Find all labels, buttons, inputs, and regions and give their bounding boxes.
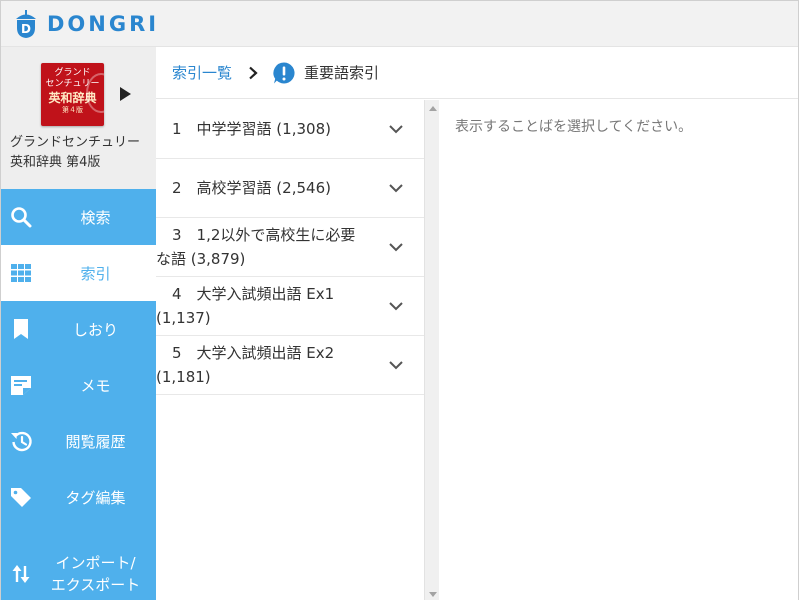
list-item-line: (1,181) xyxy=(156,368,211,386)
list-item-line: 5 大学入試頻出語 Ex2 xyxy=(172,344,335,362)
breadcrumb-index-list-link[interactable]: 索引一覧 xyxy=(172,62,232,83)
sidebar-item-label: タグ編集 xyxy=(65,488,126,507)
sidebar-item-memo[interactable]: メモ xyxy=(1,357,156,413)
book-title: グランドセンチュリー 英和辞典 第4版 xyxy=(10,133,155,173)
book-panel[interactable]: グランド センチュリー 英和辞典 第４版 グランドセンチュリー 英和辞典 第4版 xyxy=(1,47,156,189)
history-icon xyxy=(11,431,32,452)
list-item-line: 2 高校学習語 (2,546) xyxy=(172,179,331,197)
list-item[interactable]: 5 大学入試頻出語 Ex2 (1,181) xyxy=(156,336,424,395)
list-item-line: な語 (3,879) xyxy=(156,250,246,268)
brand-name[interactable]: DONGRI xyxy=(47,12,159,36)
list-item[interactable]: 3 1,2以外で高校生に必要 な語 (3,879) xyxy=(156,218,424,277)
book-title-line: グランドセンチュリー xyxy=(10,135,141,150)
list-scrollbar[interactable] xyxy=(424,100,439,600)
label-line: インポート/ xyxy=(55,554,136,572)
index-list: 1 中学学習語 (1,308) 2 高校学習語 (2,546) 3 1,2以外で… xyxy=(156,100,424,600)
chevron-down-icon[interactable] xyxy=(388,242,404,252)
sidebar-item-label: メモ xyxy=(80,376,111,395)
empty-state-message: 表示することばを選択してください。 xyxy=(455,119,693,135)
label-line: エクスポート xyxy=(50,576,141,594)
top-bar: D DONGRI xyxy=(1,1,798,47)
chevron-down-icon[interactable] xyxy=(388,301,404,311)
list-item-label: 3 1,2以外で高校生に必要 な語 (3,879) xyxy=(156,223,382,271)
sidebar-item-label: 索引 xyxy=(80,264,111,283)
acorn-d-icon: D xyxy=(16,9,36,38)
breadcrumb: 索引一覧 重要語索引 xyxy=(156,47,798,99)
sidebar-item-bookmark[interactable]: しおり xyxy=(1,301,156,357)
sidebar-item-index[interactable]: 索引 xyxy=(1,245,156,301)
list-item-line: 1 中学学習語 (1,308) xyxy=(172,120,331,138)
list-item-label: 4 大学入試頻出語 Ex1 (1,137) xyxy=(156,282,382,330)
content-area: 表示することばを選択してください。 xyxy=(439,100,798,600)
breadcrumb-current: 重要語索引 xyxy=(304,64,380,82)
list-item[interactable]: 4 大学入試頻出語 Ex1 (1,137) xyxy=(156,277,424,336)
sidebar-item-search[interactable]: 検索 xyxy=(1,189,156,245)
important-icon xyxy=(273,61,295,83)
list-item-label: 5 大学入試頻出語 Ex2 (1,181) xyxy=(156,341,382,389)
chevron-down-icon[interactable] xyxy=(388,360,404,370)
play-triangle-icon[interactable] xyxy=(120,87,131,101)
chevron-down-icon[interactable] xyxy=(388,183,404,193)
sidebar-item-history[interactable]: 閲覧履歴 xyxy=(1,413,156,469)
list-item-label: 2 高校学習語 (2,546) xyxy=(172,176,382,200)
bookmark-icon xyxy=(14,319,28,339)
scroll-up-arrow-icon[interactable] xyxy=(429,106,437,111)
book-cover[interactable]: グランド センチュリー 英和辞典 第４版 xyxy=(41,63,104,126)
list-item-line: 3 1,2以外で高校生に必要 xyxy=(172,226,356,244)
list-item[interactable]: 1 中学学習語 (1,308) xyxy=(156,100,424,159)
list-item-line: 4 大学入試頻出語 Ex1 xyxy=(172,285,335,303)
sidebar-item-import-export[interactable]: インポート/ エクスポート xyxy=(1,547,156,600)
sidebar-item-label: 検索 xyxy=(80,208,111,227)
chevron-right-icon xyxy=(249,66,258,79)
list-item[interactable]: 2 高校学習語 (2,546) xyxy=(156,159,424,218)
book-title-line: 英和辞典 第4版 xyxy=(10,155,101,170)
sidebar-item-label: 閲覧履歴 xyxy=(65,432,126,451)
tag-icon xyxy=(11,488,31,507)
search-icon xyxy=(11,207,32,228)
grid-icon xyxy=(11,264,31,282)
sidebar-item-label: しおり xyxy=(72,320,118,339)
scroll-down-arrow-icon[interactable] xyxy=(429,592,437,597)
sidebar-item-label: インポート/ エクスポート xyxy=(35,552,156,596)
note-icon xyxy=(11,376,31,395)
list-item-label: 1 中学学習語 (1,308) xyxy=(172,117,382,141)
sidebar: グランド センチュリー 英和辞典 第４版 グランドセンチュリー 英和辞典 第4版… xyxy=(1,47,156,600)
svg-text:D: D xyxy=(21,22,31,36)
import-export-icon xyxy=(12,565,30,583)
list-item-line: (1,137) xyxy=(156,309,211,327)
chevron-down-icon[interactable] xyxy=(388,124,404,134)
sidebar-item-tags[interactable]: タグ編集 xyxy=(1,469,156,525)
